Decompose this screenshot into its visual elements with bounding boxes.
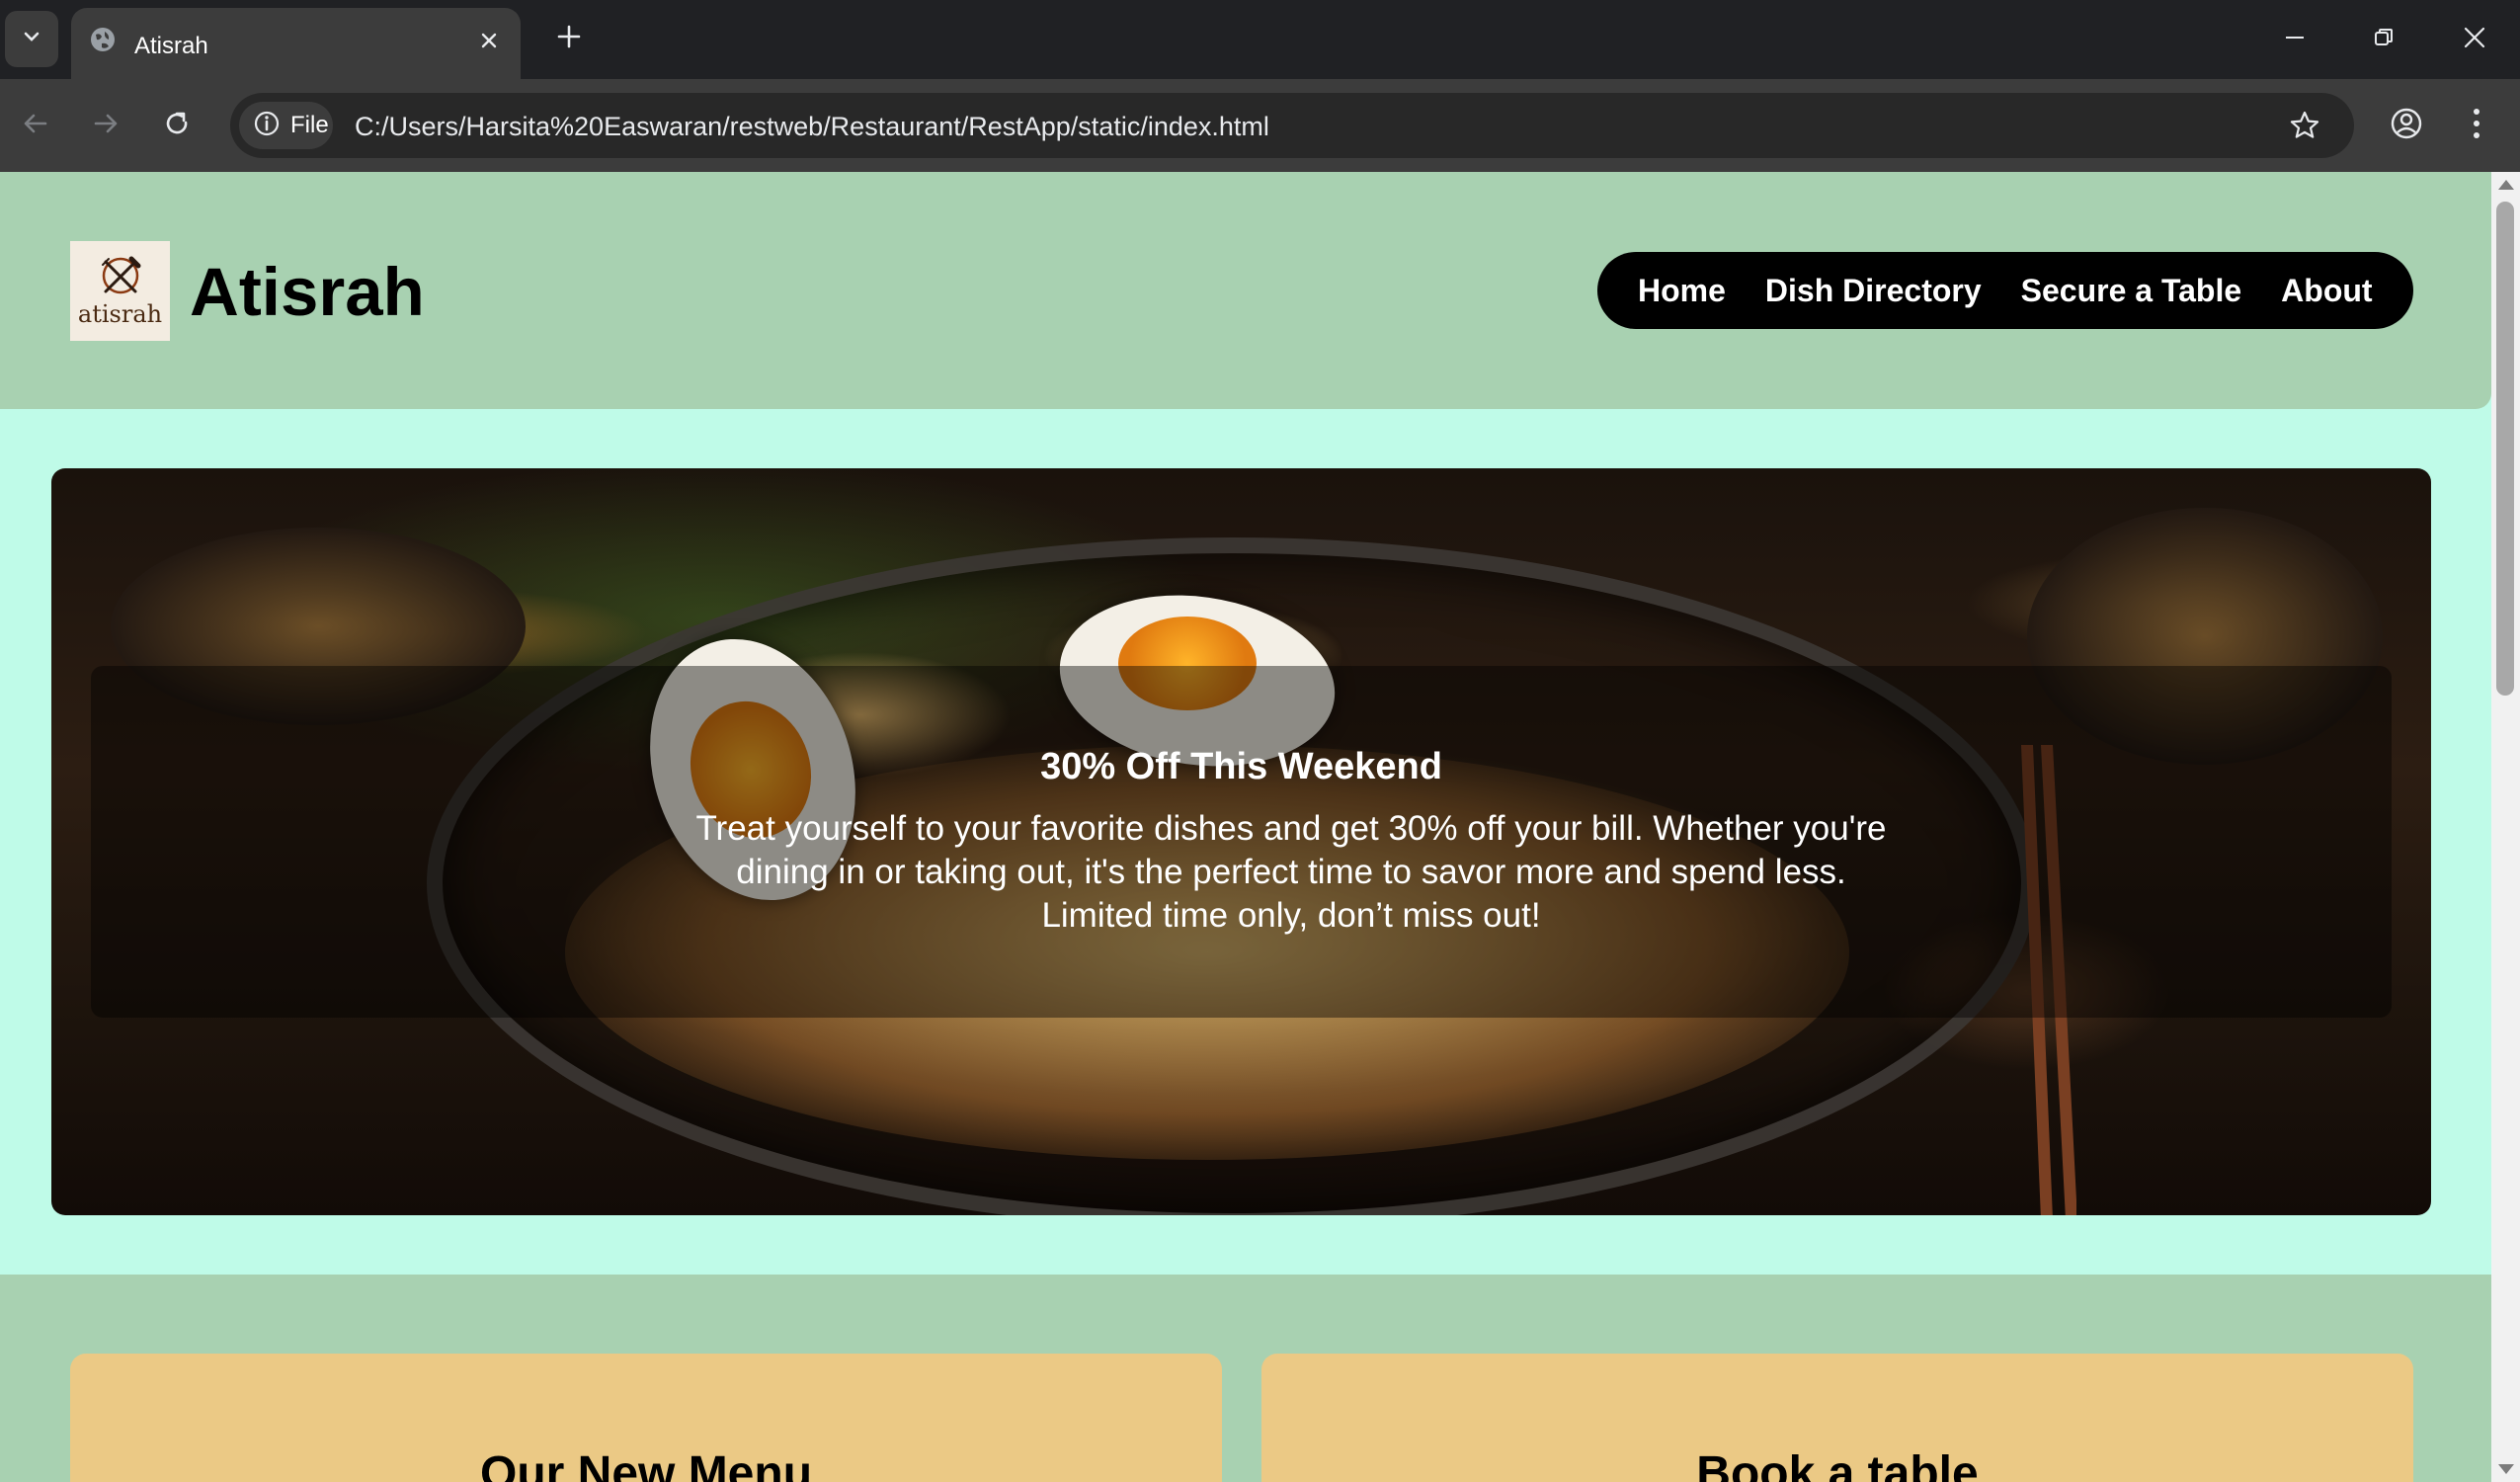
site-header: atisrah Atisrah Home Dish Directory Secu… xyxy=(0,172,2491,409)
page-viewport: atisrah Atisrah Home Dish Directory Secu… xyxy=(0,172,2520,1482)
nav-dish-directory[interactable]: Dish Directory xyxy=(1765,273,1982,309)
close-icon xyxy=(2463,26,2486,54)
promo-title: 30% Off This Weekend xyxy=(1040,746,1442,787)
site-logo[interactable]: atisrah xyxy=(70,241,170,341)
site-info-chip[interactable]: File xyxy=(239,102,333,149)
chip-label: File xyxy=(290,112,329,138)
close-window-button[interactable] xyxy=(2444,10,2505,69)
restore-icon xyxy=(2373,27,2395,53)
minimize-button[interactable] xyxy=(2264,10,2325,69)
scroll-thumb[interactable] xyxy=(2496,202,2514,696)
minimize-icon xyxy=(2284,27,2306,53)
nav-about[interactable]: About xyxy=(2281,273,2372,309)
page-scrollbar[interactable] xyxy=(2491,172,2520,1482)
arrow-left-icon xyxy=(21,109,50,143)
promo-banner: 30% Off This Weekend Treat yourself to y… xyxy=(51,468,2431,1215)
url-text[interactable]: C:/Users/Harsita%20Easwaran/restweb/Rest… xyxy=(355,112,1269,142)
scroll-up-arrow-icon[interactable] xyxy=(2498,180,2514,190)
browser-toolbar: File C:/Users/Harsita%20Easwaran/restweb… xyxy=(0,79,2520,172)
arrow-right-icon xyxy=(91,109,121,143)
close-tab-icon[interactable] xyxy=(471,23,507,58)
browser-tabstrip: Atisrah xyxy=(0,0,2520,79)
more-vertical-icon xyxy=(2472,107,2481,145)
card-title-new-menu: Our New Menu xyxy=(479,1447,813,1482)
browser-tab-active[interactable]: Atisrah xyxy=(71,8,521,79)
reload-icon xyxy=(162,109,192,143)
logo-wordmark: atisrah xyxy=(77,300,163,328)
bookmark-star-icon[interactable] xyxy=(2285,106,2324,145)
plus-icon xyxy=(556,24,582,54)
card-title-book-table: Book a table xyxy=(1696,1447,1979,1482)
restore-button[interactable] xyxy=(2353,10,2414,69)
browser-menu-button[interactable] xyxy=(2453,102,2500,149)
crossed-utensils-icon xyxy=(98,254,143,302)
forward-button[interactable] xyxy=(82,102,129,149)
card-book-table[interactable]: Book a table xyxy=(1261,1354,2413,1482)
globe-icon xyxy=(88,25,118,54)
account-icon xyxy=(2390,107,2423,145)
new-tab-button[interactable] xyxy=(548,18,590,59)
scroll-down-arrow-icon[interactable] xyxy=(2498,1464,2514,1474)
nav-secure-a-table[interactable]: Secure a Table xyxy=(2021,273,2242,309)
feature-cards-section: Our New Menu Book a table xyxy=(0,1275,2491,1482)
main-nav: Home Dish Directory Secure a Table About xyxy=(1597,252,2413,329)
chevron-down-icon xyxy=(21,26,42,52)
tab-search-button[interactable] xyxy=(5,11,58,67)
nav-home[interactable]: Home xyxy=(1638,273,1726,309)
promo-description: Treat yourself to your favorite dishes a… xyxy=(695,809,1887,935)
back-button[interactable] xyxy=(12,102,59,149)
info-icon xyxy=(253,110,281,142)
tab-title: Atisrah xyxy=(134,33,208,59)
brand-name: Atisrah xyxy=(190,254,425,330)
card-new-menu[interactable]: Our New Menu xyxy=(70,1354,1222,1482)
address-bar[interactable]: File C:/Users/Harsita%20Easwaran/restweb… xyxy=(230,93,2354,158)
profile-button[interactable] xyxy=(2383,102,2430,149)
reload-button[interactable] xyxy=(153,102,201,149)
